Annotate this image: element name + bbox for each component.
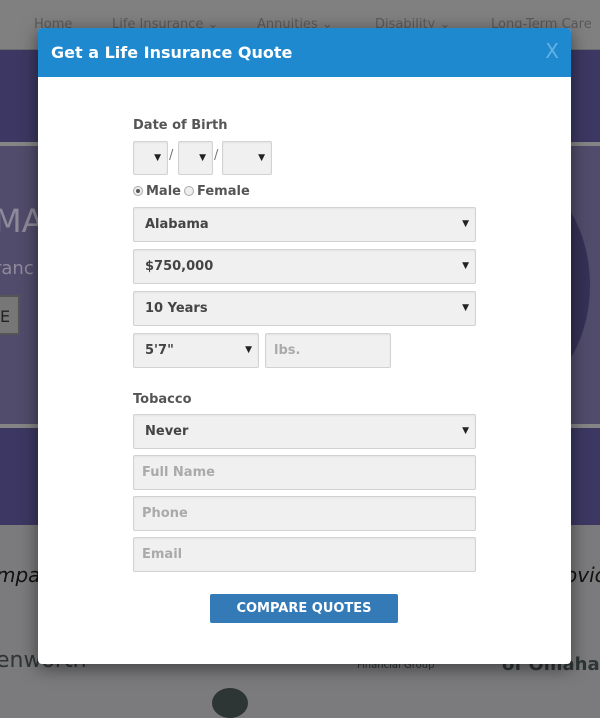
dropdown-arrow-icon: ▼ xyxy=(462,261,469,271)
dropdown-arrow-icon: ▼ xyxy=(245,345,252,355)
tobacco-value: Never xyxy=(145,424,189,439)
dob-separator: / xyxy=(214,148,219,163)
coverage-value: $750,000 xyxy=(145,259,214,274)
dropdown-arrow-icon: ▼ xyxy=(258,153,265,163)
modal-title: Get a Life Insurance Quote xyxy=(51,43,293,62)
dropdown-arrow-icon: ▼ xyxy=(462,426,469,436)
section-heading-left: mpa xyxy=(0,563,41,587)
gender-male-label: Male xyxy=(146,184,181,199)
modal-header: Get a Life Insurance Quote X xyxy=(38,28,571,77)
state-value: Alabama xyxy=(145,217,209,232)
email-input[interactable]: Email xyxy=(133,537,476,572)
quote-form: Date of Birth ▼ / ▼ / ▼ Male Female Alab… xyxy=(133,118,476,572)
hero-button[interactable]: E xyxy=(0,295,20,335)
hero-subtitle: ranc xyxy=(0,258,34,279)
coverage-select[interactable]: $750,000 ▼ xyxy=(133,249,476,284)
dob-separator: / xyxy=(169,148,174,163)
radio-unchecked-icon xyxy=(184,186,194,196)
dob-month-select[interactable]: ▼ xyxy=(133,141,168,175)
quote-modal: Get a Life Insurance Quote X Date of Bir… xyxy=(38,28,571,664)
dropdown-arrow-icon: ▼ xyxy=(199,153,206,163)
dob-day-select[interactable]: ▼ xyxy=(178,141,213,175)
height-value: 5'7" xyxy=(145,343,174,358)
dob-year-select[interactable]: ▼ xyxy=(222,141,272,175)
height-select[interactable]: 5'7" ▼ xyxy=(133,333,259,368)
gender-male-radio[interactable]: Male xyxy=(133,184,181,199)
gender-female-radio[interactable]: Female xyxy=(184,184,250,199)
dropdown-arrow-icon: ▼ xyxy=(462,219,469,229)
dropdown-arrow-icon: ▼ xyxy=(462,303,469,313)
compare-quotes-button[interactable]: COMPARE QUOTES xyxy=(210,594,398,623)
gender-female-label: Female xyxy=(197,184,250,199)
radio-checked-icon xyxy=(133,186,143,196)
term-value: 10 Years xyxy=(145,301,208,316)
state-select[interactable]: Alabama ▼ xyxy=(133,207,476,242)
phone-input[interactable]: Phone xyxy=(133,496,476,531)
full-name-input[interactable]: Full Name xyxy=(133,455,476,490)
tobacco-select[interactable]: Never ▼ xyxy=(133,414,476,449)
close-icon[interactable]: X xyxy=(545,39,559,63)
weight-input[interactable]: lbs. xyxy=(265,333,391,368)
dropdown-arrow-icon: ▼ xyxy=(154,153,161,163)
hero-title: MA xyxy=(0,202,44,240)
logo-leaf-icon xyxy=(212,688,248,718)
tobacco-label: Tobacco xyxy=(133,392,192,407)
term-select[interactable]: 10 Years ▼ xyxy=(133,291,476,326)
dob-label: Date of Birth xyxy=(133,118,228,133)
